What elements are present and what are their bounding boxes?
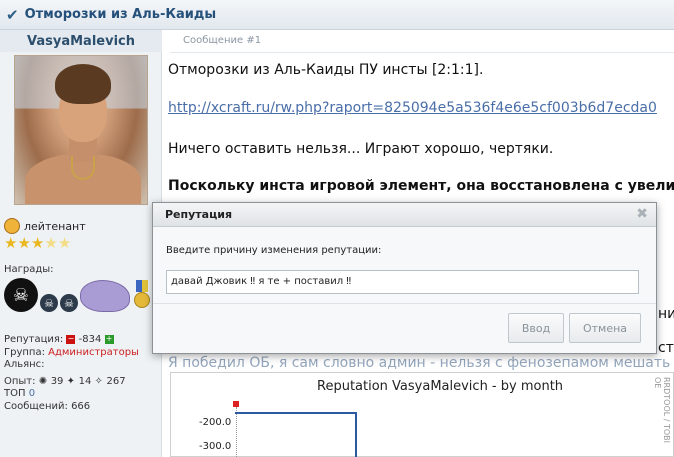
alliance-line: Альянс:	[4, 359, 45, 370]
post-line-bold: Поскольку инста игровой элемент, она вос…	[168, 178, 674, 194]
experience-value: 14	[78, 376, 92, 387]
post-label[interactable]: Сообщение #1	[183, 35, 261, 46]
experience-value: 267	[106, 376, 126, 387]
skull-small-award-icon[interactable]: ☠	[40, 294, 58, 312]
checkmark-icon: ✔	[6, 5, 19, 24]
graph-gridline	[236, 407, 237, 457]
reputation-plus-icon[interactable]: +	[104, 334, 114, 344]
submit-button[interactable]: Ввод	[508, 313, 564, 343]
post-divider	[170, 52, 674, 53]
top-value[interactable]: 0	[29, 388, 35, 399]
experience-icon: ✺	[38, 376, 48, 387]
dialog-title: Репутация	[165, 208, 233, 221]
graph-side-label: RRDTOOL / TOBI OE	[653, 377, 671, 444]
star-icon: ★	[4, 234, 18, 252]
reason-input[interactable]: давай Джовик ‼ я те + поставил ‼	[166, 270, 639, 294]
messages-line: Сообщений: 666	[4, 401, 90, 412]
graph-tick-label: -300.0	[199, 441, 232, 452]
reputation-value: -834	[78, 334, 102, 345]
avatar	[14, 55, 148, 205]
post-fragment: ни	[658, 306, 674, 322]
star-icon: ★	[44, 234, 58, 252]
awards-label: Награды:	[4, 264, 54, 275]
graph-tick-label: -200.0	[199, 417, 232, 428]
thread-header: ✔ Отморозки из Аль-Каиды	[0, 0, 674, 30]
dialog-title-bar[interactable]: Репутация	[153, 203, 656, 227]
reputation-label: Репутация:	[4, 334, 64, 345]
post-line: Ничего оставить нельзя... Играют хорошо,…	[168, 141, 554, 157]
post-link[interactable]: http://xcraft.ru/rw.php?raport=825094e5a…	[168, 100, 657, 116]
graph-series-line	[235, 412, 357, 414]
username[interactable]: VasyaMalevich	[0, 30, 162, 52]
top-label: ТОП	[4, 388, 26, 399]
post-line-faded: Я победил ОБ, я сам словно админ - нельз…	[168, 355, 674, 371]
medal-award-icon[interactable]	[134, 280, 150, 312]
close-icon[interactable]: ✖	[636, 206, 648, 222]
top-line: ТОП 0	[4, 388, 35, 399]
experience-icon: ✦	[66, 376, 75, 387]
group-line: Группа: Администраторы	[4, 347, 139, 358]
rank: лейтенант	[4, 218, 86, 234]
experience-line: Опыт: ✺ 39 ✦ 14 ✧ 267	[4, 376, 126, 387]
graph-series-line	[355, 412, 357, 457]
dialog-prompt: Введите причину изменения репутации:	[166, 245, 382, 256]
post-line: Отморозки из Аль-Каиды ПУ инсты [2:1:1].	[168, 62, 484, 78]
rank-stars: ★★★★★	[4, 234, 71, 252]
experience-label: Опыт:	[4, 376, 36, 387]
messages-label: Сообщений:	[4, 401, 68, 412]
star-icon: ★	[30, 234, 45, 252]
star-icon: ★	[57, 234, 72, 252]
rank-label: лейтенант	[24, 219, 86, 233]
rank-icon	[4, 218, 20, 234]
experience-icon: ✧	[94, 376, 103, 387]
reputation-graph: Reputation VasyaMalevich - by month -200…	[170, 372, 674, 457]
cancel-button[interactable]: Отмена	[569, 313, 641, 343]
reputation-minus-icon[interactable]: −	[66, 334, 76, 344]
whale-award-icon[interactable]	[80, 280, 130, 312]
group-label: Группа:	[4, 347, 45, 358]
alliance-label: Альянс:	[4, 359, 45, 370]
experience-value: 39	[50, 376, 64, 387]
awards: ☠ ☠ ☠	[4, 276, 150, 312]
skull-small-award-icon[interactable]: ☠	[60, 294, 78, 312]
thread-title[interactable]: Отморозки из Аль-Каиды	[25, 7, 217, 22]
skull-award-icon[interactable]: ☠	[4, 278, 38, 312]
post-fragment: ст	[658, 340, 674, 356]
group-value[interactable]: Администраторы	[48, 347, 139, 358]
dialog-divider	[153, 303, 656, 304]
reputation-line: Репутация: − -834 +	[4, 334, 114, 345]
graph-title: Reputation VasyaMalevich - by month	[317, 379, 564, 394]
star-icon: ★	[17, 234, 31, 252]
reputation-dialog: Репутация ✖ Введите причину изменения ре…	[152, 202, 657, 354]
messages-value: 666	[71, 401, 91, 412]
